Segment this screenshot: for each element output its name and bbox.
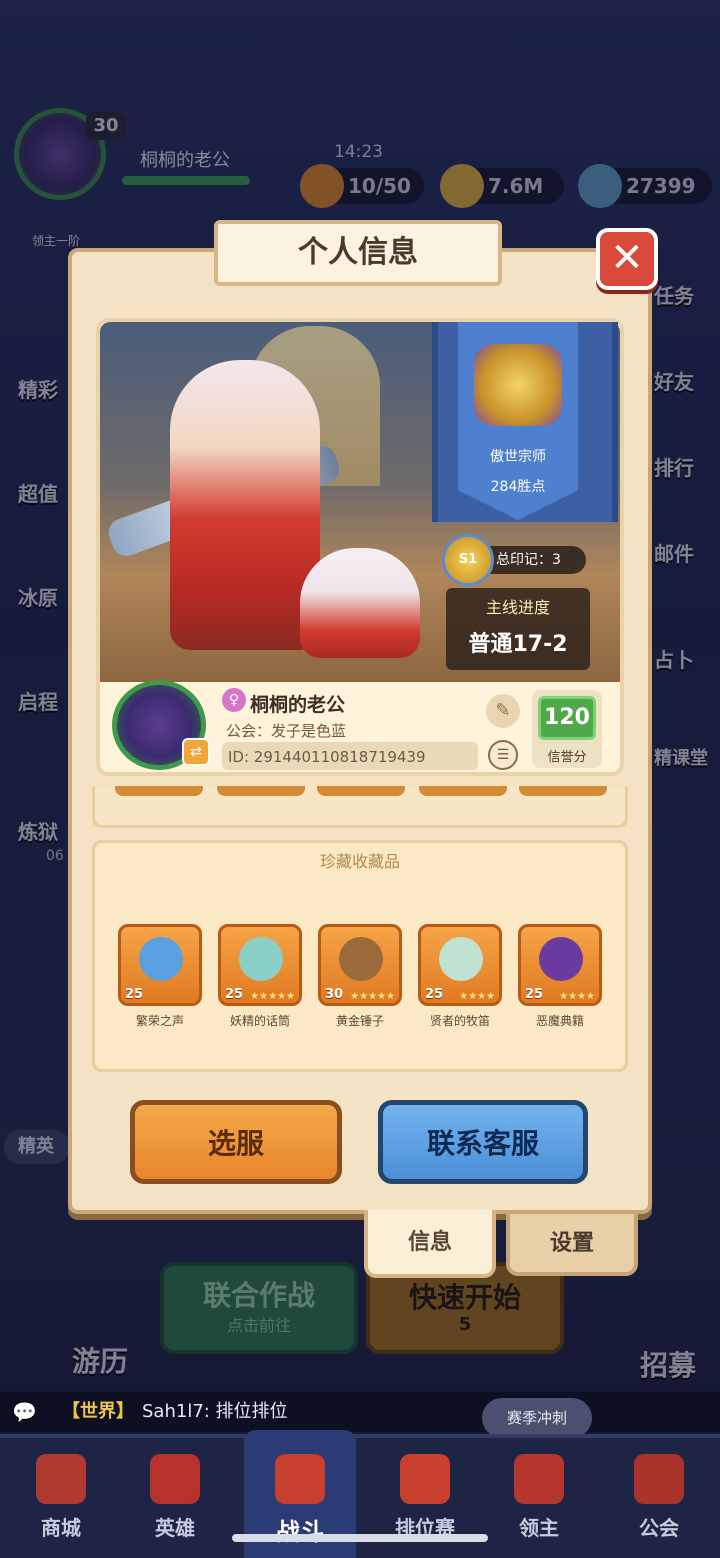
lineup-slot[interactable] xyxy=(217,786,305,796)
guild-hall-icon xyxy=(634,1454,684,1504)
flute-icon xyxy=(439,937,483,981)
item-name: 黄金锤子 xyxy=(335,1014,384,1028)
profile-id: ID: 291440110818719439 xyxy=(228,748,426,766)
item-level: 25 xyxy=(525,987,544,1002)
nav-label: 领主 xyxy=(519,1516,559,1540)
main-progress-value: 普通17-2 xyxy=(468,632,568,657)
lineup-slot[interactable] xyxy=(115,786,203,796)
rename-feather-icon[interactable]: ✎ xyxy=(486,694,520,728)
seal-badge-text: S1 xyxy=(458,552,478,567)
tab-settings[interactable]: 设置 xyxy=(506,1214,638,1276)
season-sprint-button[interactable]: 赛季冲刺 xyxy=(482,1398,592,1438)
lineup-slot[interactable] xyxy=(419,786,507,796)
select-server-button[interactable]: 选服 xyxy=(130,1100,342,1184)
swap-avatar-icon[interactable]: ⇄ xyxy=(182,738,210,766)
item-stars: ★★★★★ xyxy=(350,991,395,1002)
close-icon: ✕ xyxy=(610,235,644,281)
chat-message: Sah1l7: 排位排位 xyxy=(142,1401,288,1422)
chat-bubble-icon: 💬 xyxy=(12,1400,37,1424)
collection-item[interactable]: 30 ★★★★★ xyxy=(318,924,402,1006)
copy-id-icon[interactable]: ☰ xyxy=(488,740,518,770)
chat-bar[interactable]: 💬 【世界】 Sah1l7: 排位排位 xyxy=(0,1392,720,1432)
dialog-title: 个人信息 xyxy=(214,220,502,286)
lineup-slot[interactable] xyxy=(519,786,607,796)
rank-crown-icon xyxy=(474,344,562,426)
collection-item[interactable]: 25 xyxy=(118,924,202,1006)
lineup-slot[interactable] xyxy=(317,786,405,796)
item-level: 30 xyxy=(325,987,344,1002)
shop-icon xyxy=(36,1454,86,1504)
nav-guild[interactable]: 公会 xyxy=(604,1440,714,1550)
item-stars: ★★★★★ xyxy=(250,991,295,1002)
nav-lord[interactable]: 领主 xyxy=(484,1440,594,1550)
nav-label: 公会 xyxy=(639,1516,679,1540)
hero-character xyxy=(170,360,320,650)
item-name: 繁荣之声 xyxy=(135,1014,184,1028)
fairy-microphone-icon xyxy=(239,937,283,981)
hammer-icon xyxy=(339,937,383,981)
collection-item[interactable]: 25 ★★★★ xyxy=(518,924,602,1006)
home-indicator[interactable] xyxy=(232,1534,488,1542)
rank-name: 傲世宗师 xyxy=(490,449,546,465)
collection-item[interactable]: 25 ★★★★★ xyxy=(218,924,302,1006)
item-stars: ★★★★ xyxy=(459,991,495,1002)
hero-lineup-section xyxy=(92,786,628,828)
nav-label: 英雄 xyxy=(155,1516,195,1540)
tab-info[interactable]: 信息 xyxy=(364,1210,496,1278)
profile-name: 桐桐的老公 xyxy=(250,694,346,716)
item-level: 25 xyxy=(425,987,444,1002)
item-stars: ★★★★ xyxy=(559,991,595,1002)
item-level: 25 xyxy=(125,987,144,1002)
battle-icon xyxy=(275,1454,325,1504)
item-name: 贤者的牧笛 xyxy=(429,1014,490,1028)
rank-points: 284胜点 xyxy=(490,479,546,495)
item-level: 25 xyxy=(225,987,244,1002)
close-button[interactable]: ✕ xyxy=(596,228,658,290)
nav-shop[interactable]: 商城 xyxy=(6,1440,116,1550)
item-name: 恶魔典籍 xyxy=(535,1014,584,1028)
lord-banner-icon xyxy=(514,1454,564,1504)
female-icon: ♀ xyxy=(222,688,246,712)
credit-score-label: 信誉分 xyxy=(547,750,587,765)
bird-icon xyxy=(139,937,183,981)
hero-chibi xyxy=(300,548,420,658)
item-name: 妖精的话筒 xyxy=(229,1014,290,1028)
demon-book-icon xyxy=(539,937,583,981)
seal-badge-icon[interactable]: S1 xyxy=(442,534,494,586)
nav-heroes[interactable]: 英雄 xyxy=(120,1440,230,1550)
contact-service-button[interactable]: 联系客服 xyxy=(378,1100,588,1184)
collection-item[interactable]: 25 ★★★★ xyxy=(418,924,502,1006)
chat-channel: 【世界】 xyxy=(62,1401,134,1422)
hero-card-icon xyxy=(150,1454,200,1504)
main-progress-title: 主线进度 xyxy=(485,598,550,617)
credit-score-value: 120 xyxy=(538,696,596,740)
collection-title: 珍藏收藏品 xyxy=(319,852,400,871)
ranked-knot-icon xyxy=(400,1454,450,1504)
nav-label: 商城 xyxy=(41,1516,81,1540)
profile-guild: 公会：发子是色蓝 xyxy=(226,722,347,740)
